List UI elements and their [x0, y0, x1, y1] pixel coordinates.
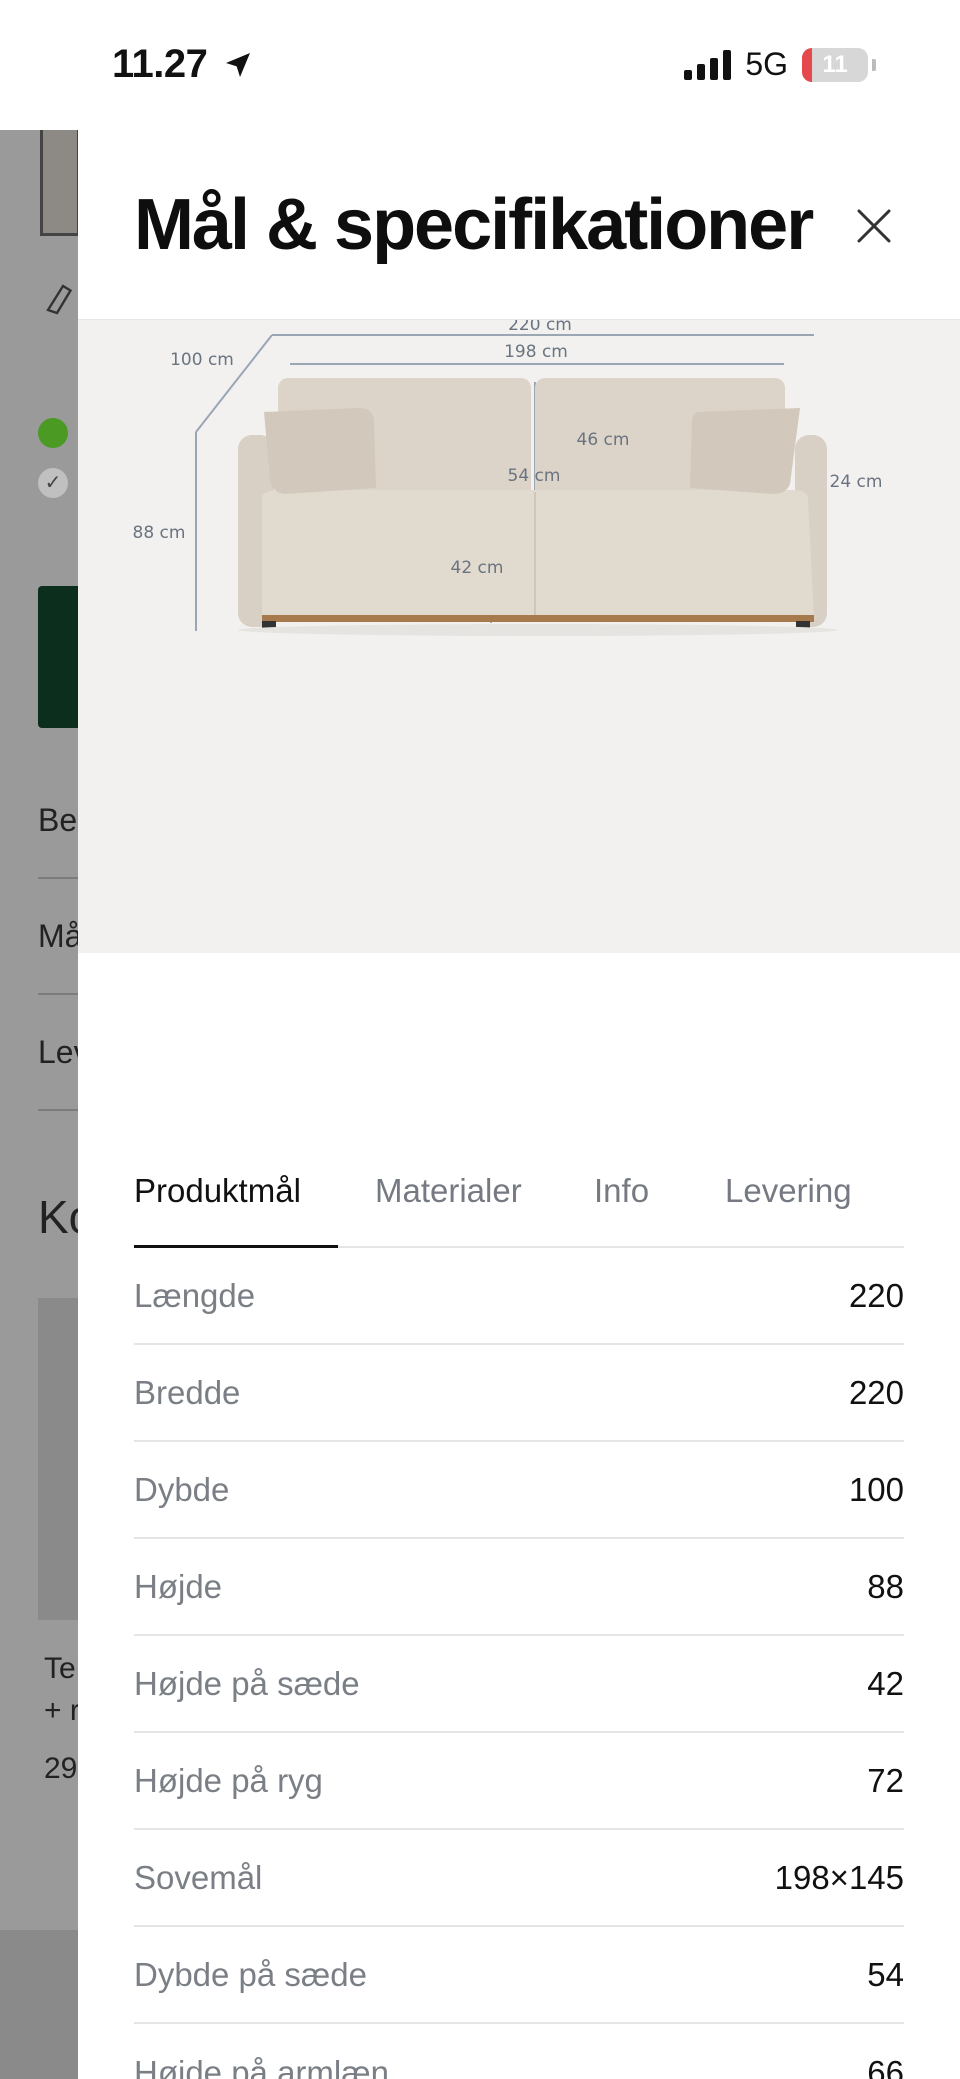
dimension-label-top-length: 220 cm	[508, 320, 572, 335]
background-footer	[0, 1930, 78, 2079]
tab-info[interactable]: Info	[594, 1172, 649, 1210]
background-product-card	[38, 1298, 78, 1620]
sofa-diagram: 220 cm 198 cm 100 cm 88 cm 46 cm 54 cm 2…	[133, 320, 883, 636]
spec-row: Højde på sæde 42	[134, 1636, 904, 1733]
dimension-label-armrest: 24 cm	[830, 472, 883, 492]
sheet-title: Mål & specifikationer	[134, 185, 814, 265]
spec-label: Højde	[134, 1567, 223, 1605]
tab-materialer-label: Materialer	[375, 1172, 522, 1209]
background-page: ✓ Be Må Lev Ko Te + r 29	[0, 130, 78, 2079]
battery-tip	[872, 58, 876, 71]
spec-label: Dybde	[134, 1470, 230, 1508]
close-icon	[857, 209, 891, 243]
spec-value: 100	[848, 1470, 904, 1508]
spec-row: Højde på armlæn 66	[134, 2024, 904, 2079]
network-type: 5G	[745, 46, 788, 82]
spec-label: Dybde på sæde	[134, 1955, 367, 1993]
tab-materialer[interactable]: Materialer	[375, 1172, 522, 1210]
spec-value: 66	[867, 2053, 904, 2079]
sheet-header: Mål & specifikationer	[78, 130, 960, 320]
spec-value: 72	[867, 1761, 904, 1799]
color-option-green	[38, 418, 68, 448]
divider	[38, 1109, 78, 1111]
cellular-signal-icon	[684, 49, 732, 80]
sofa-dimension-image: 220 cm 198 cm 100 cm 88 cm 46 cm 54 cm 2…	[78, 320, 960, 953]
spec-row: Dybde 100	[134, 1442, 904, 1539]
spec-label: Højde på sæde	[134, 1664, 360, 1702]
background-row-1: Må	[38, 918, 78, 954]
spec-value: 88	[867, 1567, 904, 1605]
background-caption-0: Te	[44, 1652, 76, 1685]
spec-label: Bredde	[134, 1373, 241, 1411]
spec-label: Højde på ryg	[134, 1761, 323, 1799]
dimension-label-seat-height: 42 cm	[451, 558, 504, 578]
spec-row: Højde 88	[134, 1539, 904, 1636]
background-row-0: Be	[38, 802, 78, 838]
specifications-sheet: Mål & specifikationer 220 cm 198 cm 100 …	[78, 130, 960, 2079]
tab-produktmal-label: Produktmål	[134, 1172, 301, 1209]
spec-list: Længde 220 Bredde 220 Dybde 100 Højde 88…	[134, 1248, 904, 2079]
spec-value: 198×145	[774, 1858, 904, 1896]
status-time: 11.27	[112, 42, 254, 87]
spec-row: Højde på ryg 72	[134, 1733, 904, 1830]
background-thumbnail	[40, 130, 78, 236]
status-indicators: 5G 11	[684, 46, 876, 83]
tab-produktmal[interactable]: Produktmål	[134, 1172, 301, 1210]
background-caption-1: + r	[44, 1694, 78, 1727]
swatch-icon	[42, 280, 78, 325]
spec-value: 42	[867, 1664, 904, 1702]
location-arrow-icon	[226, 53, 251, 77]
tab-levering-label: Levering	[725, 1172, 852, 1209]
status-bar: 11.27 5G 11	[0, 0, 960, 130]
background-caption-2: 29	[44, 1752, 78, 1785]
spec-row: Dybde på sæde 54	[134, 1927, 904, 2024]
battery-icon: 11	[802, 47, 868, 82]
divider	[38, 877, 78, 879]
spec-label: Sovemål	[134, 1858, 263, 1896]
dimension-label-inner-length: 198 cm	[504, 342, 568, 362]
dimension-label-depth: 100 cm	[170, 350, 234, 370]
dimension-label-seat-depth: 54 cm	[508, 466, 561, 486]
dimension-label-back-height: 46 cm	[577, 430, 630, 450]
spec-row: Bredde 220	[134, 1345, 904, 1442]
background-section-heading: Ko	[38, 1191, 78, 1243]
spec-value: 220	[848, 1276, 904, 1314]
spec-row: Sovemål 198×145	[134, 1830, 904, 1927]
check-icon: ✓	[38, 468, 68, 498]
spec-label: Højde på armlæn	[134, 2053, 389, 2079]
tab-info-label: Info	[594, 1172, 650, 1209]
status-time-text: 11.27	[112, 42, 208, 86]
battery-level: 11	[822, 50, 848, 78]
spec-tabs: Produktmål Materialer Info Levering	[134, 1030, 904, 1248]
background-row-2: Lev	[38, 1034, 78, 1070]
spec-value: 54	[867, 1955, 904, 1993]
background-add-to-cart-button	[38, 586, 78, 728]
divider	[38, 993, 78, 995]
spec-value: 220	[848, 1373, 904, 1411]
spec-row: Længde 220	[134, 1248, 904, 1345]
close-button[interactable]	[846, 198, 902, 254]
tab-levering[interactable]: Levering	[725, 1172, 852, 1210]
dimension-label-height: 88 cm	[133, 523, 186, 543]
spec-label: Længde	[134, 1276, 256, 1314]
